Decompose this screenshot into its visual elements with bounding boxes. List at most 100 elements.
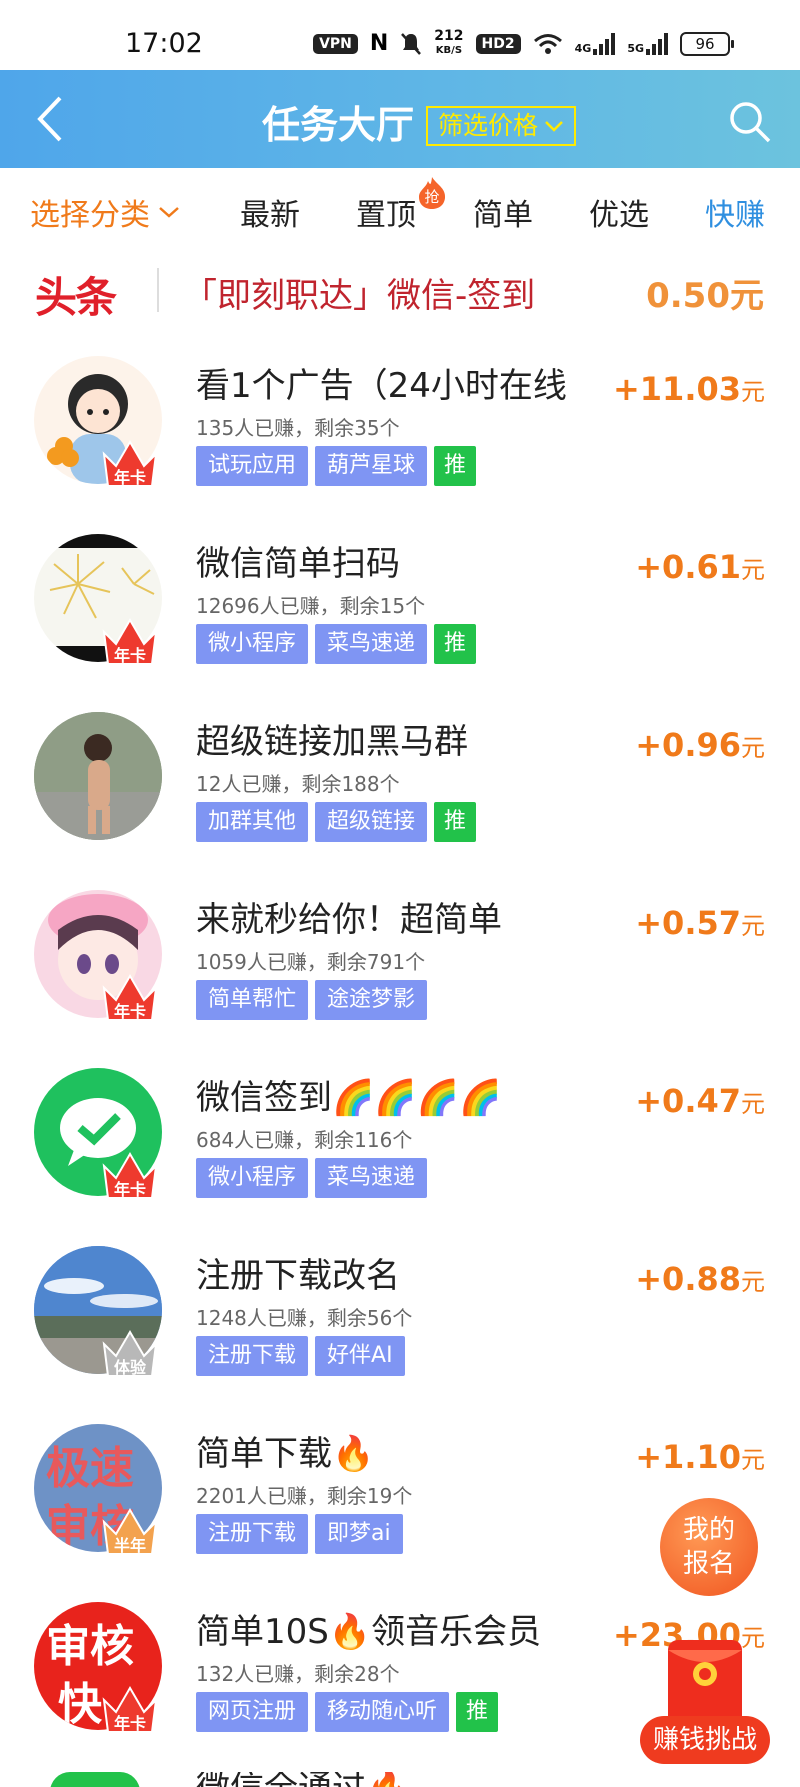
task-tag: 微小程序 [196, 624, 309, 664]
status-bar: 17:02 VPN N 212 KB/S HD2 4G 5G 96 [0, 0, 800, 70]
chevron-down-icon [545, 121, 563, 132]
task-stats: 12人已赚，剩余188个 [196, 772, 400, 796]
task-title: 看1个广告（24小时在线 [196, 366, 567, 406]
task-tag: 好伴AI [315, 1336, 405, 1376]
task-stats: 2201人已赚，剩余19个 [196, 1484, 413, 1508]
task-title: 超级链接加黑马群 [196, 722, 468, 762]
task-tag: 菜鸟速递 [315, 624, 428, 664]
tab-simple[interactable]: 简单 [473, 190, 533, 234]
task-tags: 微小程序 菜鸟速递 [196, 1158, 428, 1198]
svg-text:抢: 抢 [424, 188, 439, 206]
task-stats: 135人已赚，剩余35个 [196, 416, 400, 440]
task-item[interactable]: 年卡 微信签到🌈🌈🌈🌈 684人已赚，剩余116个 微小程序 菜鸟速递 +0.4… [0, 1060, 800, 1238]
task-stats: 132人已赚，剩余28个 [196, 1662, 400, 1686]
task-tags: 网页注册 移动随心听 推 [196, 1692, 499, 1732]
earn-challenge-label: 赚钱挑战 [640, 1716, 770, 1764]
task-reward: +1.10元 [635, 1438, 765, 1476]
avatar [34, 712, 162, 840]
filter-price-button[interactable]: 筛选价格 [426, 106, 577, 146]
task-stats: 12696人已赚，剩余15个 [196, 594, 426, 618]
task-tag: 微小程序 [196, 1158, 309, 1198]
vip-crown-badge: 年卡 [100, 1680, 160, 1736]
task-item[interactable]: 体验 注册下载改名 1248人已赚，剩余56个 注册下载 好伴AI +0.88元 [0, 1238, 800, 1416]
red-envelope-icon [668, 1640, 742, 1726]
chevron-down-icon [159, 207, 179, 218]
my-signup-label: 我的报名 [682, 1515, 735, 1579]
vpn-icon: VPN [313, 33, 358, 54]
task-title: 微信签到🌈🌈🌈🌈 [196, 1078, 502, 1118]
recommend-badge: 推 [434, 446, 477, 486]
task-stats: 684人已赚，剩余116个 [196, 1128, 413, 1152]
hot-flame-badge-icon: 抢 [419, 177, 446, 209]
task-tag: 葫芦星球 [315, 446, 428, 486]
task-reward: +0.61元 [635, 548, 765, 586]
back-arrow-icon[interactable] [30, 92, 70, 146]
wifi-icon [533, 33, 562, 54]
task-item[interactable]: 超级链接加黑马群 12人已赚，剩余188个 加群其他 超级链接 推 +0.96元 [0, 704, 800, 882]
task-tags: 注册下载 即梦ai [196, 1514, 403, 1554]
tab-quick-earn[interactable]: 快赚 [705, 190, 765, 234]
trial-crown-badge: 体验 [100, 1324, 160, 1380]
task-tag: 注册下载 [196, 1336, 309, 1376]
task-tag: 菜鸟速递 [315, 1158, 428, 1198]
task-tags: 微小程序 菜鸟速递 推 [196, 624, 477, 664]
network-speed: 212 KB/S [434, 28, 464, 56]
task-tag: 即梦ai [315, 1514, 403, 1554]
task-tags: 试玩应用 葫芦星球 推 [196, 446, 477, 486]
search-icon[interactable] [728, 100, 772, 144]
task-title: 简单10S🔥领音乐会员 [196, 1612, 542, 1652]
task-tag: 加群其他 [196, 802, 309, 842]
vip-crown-badge: 半年 [100, 1502, 160, 1558]
tab-featured[interactable]: 优选 [589, 190, 649, 234]
task-reward: +0.47元 [635, 1082, 765, 1120]
status-time: 17:02 [125, 28, 203, 59]
vip-crown-badge: 年卡 [100, 612, 160, 668]
tab-select-category[interactable]: 选择分类 [30, 190, 180, 234]
my-signup-button[interactable]: 我的报名 [660, 1498, 758, 1596]
task-tag: 注册下载 [196, 1514, 309, 1554]
task-reward: +0.96元 [635, 726, 765, 764]
status-icons: VPN N 212 KB/S HD2 4G 5G 96 [313, 28, 734, 57]
task-tag: 移动随心听 [315, 1692, 450, 1732]
headline-logo: 头条 [35, 273, 117, 322]
task-tag: 简单帮忙 [196, 980, 309, 1020]
task-reward: +0.57元 [635, 904, 765, 942]
recommend-badge: 推 [434, 802, 477, 842]
task-stats: 1248人已赚，剩余56个 [196, 1306, 413, 1330]
mute-bell-icon [401, 32, 422, 55]
task-title: 微信简单扫码 [196, 544, 400, 584]
category-tabs: 选择分类 最新 置顶 简单 优选 快赚 [0, 168, 800, 250]
task-title: 简单下载🔥 [196, 1434, 375, 1474]
app-header: 任务大厅 筛选价格 [0, 70, 800, 168]
task-reward: +11.03元 [612, 370, 765, 408]
vip-crown-badge: 年卡 [100, 968, 160, 1024]
recommend-badge: 推 [434, 624, 477, 664]
headline-amount: 0.50元 [646, 276, 764, 316]
battery-icon: 96 [680, 31, 734, 56]
tab-latest[interactable]: 最新 [240, 190, 300, 234]
task-tags: 注册下载 好伴AI [196, 1336, 405, 1376]
task-tag: 试玩应用 [196, 446, 309, 486]
signal-5g-icon: 5G [627, 32, 668, 55]
headline-text: 「即刻职达」微信-签到 [183, 276, 536, 316]
tab-pinned[interactable]: 置顶 [356, 190, 416, 234]
task-reward: +0.88元 [635, 1260, 765, 1298]
task-item[interactable]: 年卡 看1个广告（24小时在线 135人已赚，剩余35个 试玩应用 葫芦星球 推… [0, 348, 800, 526]
vip-crown-badge: 年卡 [100, 1146, 160, 1202]
nfc-icon: N [369, 31, 389, 56]
task-item[interactable]: 年卡 微信简单扫码 12696人已赚，剩余15个 微小程序 菜鸟速递 推 +0.… [0, 526, 800, 704]
headline-banner[interactable]: 头条 「即刻职达」微信-签到 0.50元 [0, 250, 800, 330]
earn-challenge-button[interactable]: 赚钱挑战 [640, 1640, 770, 1770]
task-item-partial[interactable]: 微信全通过🔥 [0, 1772, 800, 1787]
task-title: 注册下载改名 [196, 1256, 400, 1296]
signal-4g-icon: 4G [575, 32, 616, 55]
divider [157, 268, 159, 312]
task-item[interactable]: 年卡 来就秒给你！超简单 1059人已赚，剩余791个 简单帮忙 途途梦影 +0… [0, 882, 800, 1060]
task-tag: 超级链接 [315, 802, 428, 842]
recommend-badge: 推 [456, 1692, 499, 1732]
task-title: 微信全通过🔥 [196, 1772, 408, 1787]
filter-price-label: 筛选价格 [438, 111, 539, 140]
task-tags: 加群其他 超级链接 推 [196, 802, 477, 842]
task-tags: 简单帮忙 途途梦影 [196, 980, 428, 1020]
task-title: 来就秒给你！超简单 [196, 900, 502, 940]
